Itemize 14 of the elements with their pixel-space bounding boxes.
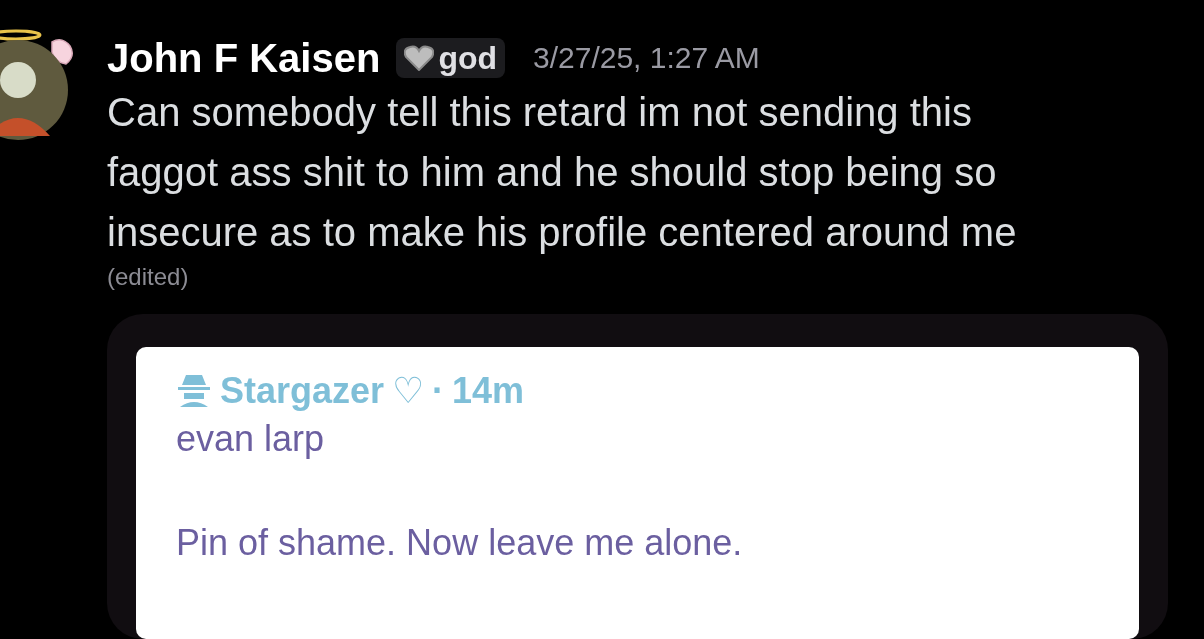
heart-text: ♡ — [392, 368, 425, 413]
author-name[interactable]: John F Kaisen — [107, 37, 381, 78]
embed-time: 14m — [452, 368, 525, 413]
edited-label: (edited) — [107, 261, 190, 292]
embed-text: evan larp — [176, 416, 326, 461]
separator: · — [432, 368, 445, 413]
halo-icon — [0, 28, 42, 42]
message-text: Can somebody tell this retard im not sending this faggot ass shit to him and he should stop being so insecure as to make his profile centered around me — [107, 88, 1018, 256]
timestamp: 3/27/25, 1:27 AM — [533, 40, 760, 77]
role-tag: god — [396, 37, 506, 78]
spy-icon — [176, 372, 212, 409]
embed-author: Stargazer — [220, 368, 385, 413]
embed-text: Pin of shame. Now leave me alone. — [176, 520, 744, 565]
heart-icon — [404, 44, 435, 71]
